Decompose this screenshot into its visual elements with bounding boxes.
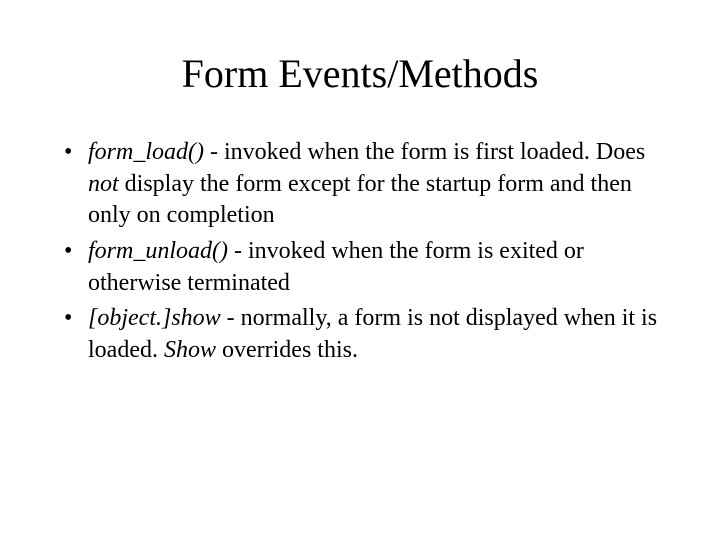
slide-title: Form Events/Methods [60, 50, 660, 97]
slide: Form Events/Methods form_load() - invoke… [0, 0, 720, 540]
bullet-list: form_load() - invoked when the form is f… [60, 137, 660, 367]
sep: - [228, 238, 248, 264]
list-item: [object.]show - normally, a form is not … [60, 303, 660, 366]
sep: - [221, 305, 241, 331]
list-item: form_unload() - invoked when the form is… [60, 236, 660, 299]
emphasis: Show [164, 337, 216, 363]
emphasis: not [88, 171, 119, 197]
term: form_load() [88, 139, 204, 165]
text-pre: invoked when the form is first loaded. D… [224, 139, 645, 165]
list-item: form_load() - invoked when the form is f… [60, 137, 660, 232]
term: [object.]show [88, 305, 221, 331]
sep: - [204, 139, 224, 165]
text-post: overrides this. [216, 337, 358, 363]
text-post: display the form except for the startup … [88, 171, 632, 229]
term: form_unload() [88, 238, 228, 264]
